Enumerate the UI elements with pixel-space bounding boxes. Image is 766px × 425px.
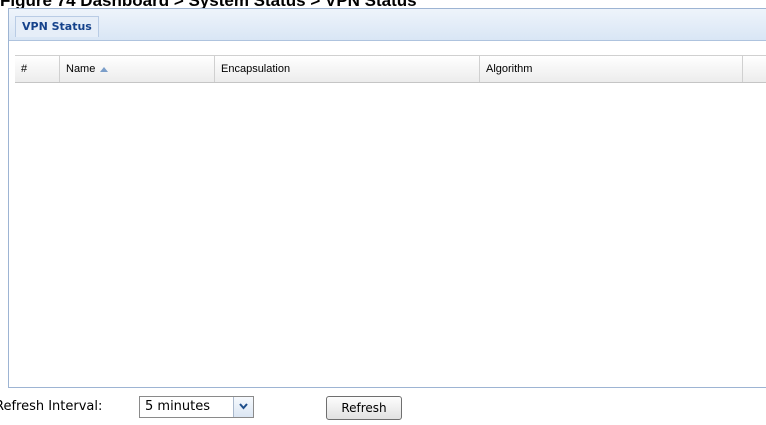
column-header-encapsulation[interactable]: Encapsulation [215,56,480,82]
column-header-name[interactable]: Name [60,56,215,82]
refresh-interval-value: 5 minutes [145,399,211,414]
column-header-algorithm[interactable]: Algorithm [480,56,743,82]
column-header-label: Encapsulation [221,63,291,75]
refresh-interval-label: Refresh Interval: [0,399,103,414]
column-header-label: # [21,63,28,75]
dropdown-arrow-icon [239,403,248,410]
column-header-number[interactable]: # [15,56,60,82]
sort-ascending-icon [100,66,109,72]
panel-title: VPN Status [15,16,99,37]
refresh-interval-select[interactable]: 5 minutes [139,396,254,418]
refresh-button[interactable]: Refresh [326,396,402,420]
table-header: # Name Encapsulation Algorithm [15,55,766,83]
column-header-extra [743,56,766,82]
vpn-status-table: # Name Encapsulation Algorithm [9,41,766,387]
refresh-toolbar: Refresh Interval: 5 minutes Refresh [0,388,766,425]
column-header-label: Algorithm [486,63,533,75]
column-header-label: Name [66,63,96,75]
vpn-status-panel: VPN Status # Name Encapsulation Algorith… [8,8,766,388]
panel-header: VPN Status [9,9,766,41]
dropdown-button[interactable] [233,397,253,417]
